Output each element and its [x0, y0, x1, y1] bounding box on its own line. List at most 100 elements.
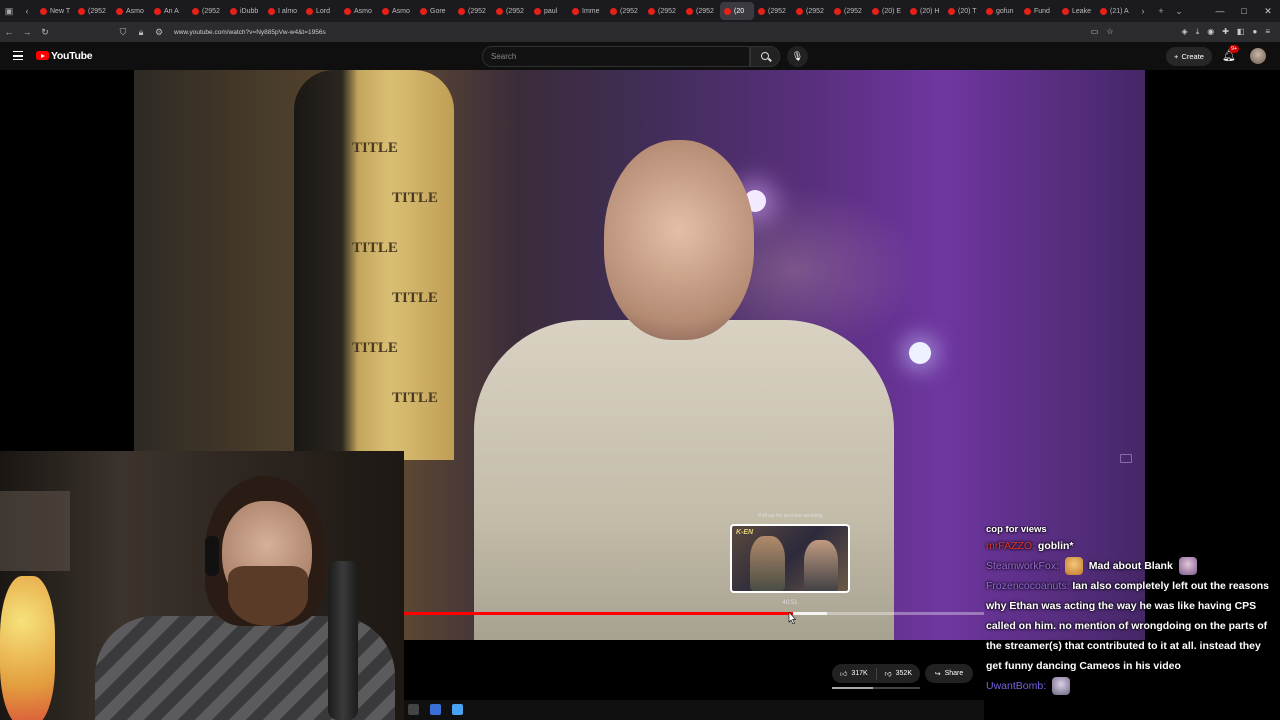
like-dislike-pill: 👍︎ 317K 👎︎ 352K	[832, 664, 920, 683]
browser-tab[interactable]: Leake	[1058, 2, 1096, 20]
punching-bag: TITLE TITLE TITLE TITLE TITLE TITLE	[294, 70, 454, 460]
new-tab-icon[interactable]: +	[1152, 6, 1170, 16]
tabs-scroll-right-icon[interactable]: ›	[1134, 6, 1152, 16]
browser-tab[interactable]: (2952	[74, 2, 112, 20]
miniplayer-icon[interactable]	[1120, 454, 1132, 463]
browser-tab[interactable]: (20) T	[944, 2, 982, 20]
browser-tab[interactable]: (2952	[606, 2, 644, 20]
browser-tab[interactable]: Asmo	[340, 2, 378, 20]
puzzle-icon[interactable]: ✚	[1222, 27, 1229, 37]
tab-label: (2952	[468, 7, 486, 15]
browser-tab[interactable]: (2952	[644, 2, 682, 20]
seek-time: 40:51	[782, 600, 798, 606]
browser-tab[interactable]: (20) H	[906, 2, 944, 20]
lock-icon[interactable]: 🔒︎	[132, 27, 150, 38]
progress-played	[404, 612, 793, 615]
share-button[interactable]: ↪ Share	[925, 664, 973, 683]
tab-favicon-icon	[420, 7, 427, 15]
like-button[interactable]: 👍︎ 317K	[832, 664, 876, 683]
browser-tab[interactable]: Gore	[416, 2, 454, 20]
reload-icon[interactable]: ↻	[36, 27, 54, 38]
close-window-icon[interactable]: ✕	[1256, 6, 1280, 17]
chat-message: mrFAZZO: goblin*	[982, 536, 1280, 556]
taskbar-app-icon[interactable]	[430, 704, 441, 715]
browser-tab[interactable]: (2952	[754, 2, 792, 20]
sidebar-icon[interactable]: ◧	[1237, 27, 1245, 37]
browser-tab-strip: ▣ ‹ New T (2952 Asmo An A (2952 iDubb I almo Lo…	[0, 0, 1280, 22]
tab-favicon-icon	[230, 7, 237, 15]
hamburger-icon[interactable]	[13, 51, 23, 60]
minimize-icon[interactable]: —	[1208, 6, 1232, 17]
taskbar	[404, 700, 984, 720]
browser-tab[interactable]: (20) E	[868, 2, 906, 20]
tab-label: (20) T	[958, 7, 977, 15]
browser-menu-icon[interactable]: ≡	[1265, 27, 1270, 37]
tab-label: Gore	[430, 7, 446, 15]
browser-tab[interactable]: Fund	[1020, 2, 1058, 20]
browser-tab[interactable]: (2952	[830, 2, 868, 20]
browser-tab[interactable]: paul	[530, 2, 568, 20]
download-icon[interactable]: ⤓	[1196, 27, 1200, 37]
browser-tab[interactable]: An A	[150, 2, 188, 20]
site-settings-icon[interactable]: ⚙	[150, 27, 168, 38]
bookmark-star-icon[interactable]: ☆	[1106, 27, 1113, 37]
browser-tab[interactable]: (2952	[792, 2, 830, 20]
tab-list-dropdown-icon[interactable]: ⌄	[1170, 6, 1188, 17]
taskbar-app-icon[interactable]	[452, 704, 463, 715]
browser-tab[interactable]: Asmo	[378, 2, 416, 20]
tab-favicon-icon	[306, 7, 313, 15]
tab-label: Asmo	[392, 7, 410, 15]
browser-tab[interactable]: (21) A	[1096, 2, 1134, 20]
tab-label: gofun	[996, 7, 1014, 15]
browser-tab[interactable]: Lord	[302, 2, 340, 20]
browser-tab[interactable]: (2952	[188, 2, 226, 20]
search-button[interactable]	[750, 46, 780, 67]
screenshot-icon[interactable]: ▭	[1091, 27, 1099, 37]
thumbs-up-icon: 👍︎	[840, 671, 848, 678]
chat-cut-line: cop for views	[986, 526, 1047, 535]
vpn-icon[interactable]: ◈	[1182, 27, 1188, 37]
tab-back-icon[interactable]: ‹	[18, 6, 36, 16]
browser-tab[interactable]: (2952	[492, 2, 530, 20]
browser-tab[interactable]: Asmo	[112, 2, 150, 20]
browser-tab[interactable]: I almo	[264, 2, 302, 20]
avatar[interactable]	[1250, 48, 1266, 64]
browser-tab[interactable]: gofun	[982, 2, 1020, 20]
mouse-cursor-icon	[788, 612, 796, 624]
browser-tab[interactable]: New T	[36, 2, 74, 20]
chat-message: Frozencocoanuts: Ian also completely lef…	[982, 576, 1280, 676]
browser-tab[interactable]: (20	[720, 2, 754, 20]
tab-favicon-icon	[78, 7, 85, 15]
tab-favicon-icon	[154, 7, 161, 15]
youtube-logo-text[interactable]: YouTube	[51, 50, 93, 62]
tab-label: New T	[50, 7, 71, 15]
browser-tab[interactable]: (2952	[454, 2, 492, 20]
dislike-button[interactable]: 👎︎ 352K	[877, 664, 920, 683]
browser-tab[interactable]: Imme	[568, 2, 606, 20]
back-arrow-icon[interactable]: ←	[0, 27, 18, 37]
tab-label: Asmo	[126, 7, 144, 15]
browser-tab[interactable]: iDubb	[226, 2, 264, 20]
create-button[interactable]: + Create	[1166, 47, 1212, 66]
shield-icon[interactable]: ⛉	[114, 27, 132, 38]
tab-actions-icon[interactable]: ▣	[0, 6, 18, 17]
search-input[interactable]: Search	[482, 46, 750, 67]
profile-icon[interactable]: ●	[1252, 27, 1257, 37]
tab-favicon-icon	[1062, 7, 1069, 15]
taskbar-app-icon[interactable]	[408, 704, 419, 715]
extension-icon[interactable]: ◉	[1207, 27, 1214, 37]
youtube-logo-icon[interactable]	[36, 51, 49, 60]
tab-label: (2952	[844, 7, 862, 15]
notification-badge: 9+	[1229, 45, 1240, 53]
microphone-icon[interactable]: 🎙︎	[787, 46, 808, 67]
forward-arrow-icon[interactable]: →	[18, 27, 36, 37]
browser-tab[interactable]: (2952	[682, 2, 720, 20]
url-field[interactable]: www.youtube.com/watch?v=Ny885pVw-w4&t=19…	[174, 29, 326, 36]
tab-favicon-icon	[116, 7, 123, 15]
tab-favicon-icon	[572, 7, 579, 15]
tab-label: (2952	[202, 7, 220, 15]
tab-favicon-icon	[910, 7, 917, 15]
search-icon	[761, 52, 769, 60]
progress-bar[interactable]	[404, 612, 984, 615]
maximize-icon[interactable]: □	[1232, 6, 1256, 17]
